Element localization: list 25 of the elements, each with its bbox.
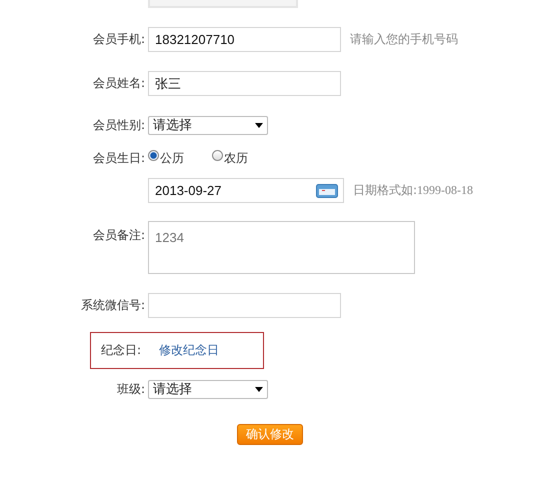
- select-dropdown[interactable]: 请选择: [148, 116, 268, 134]
- input-field[interactable]: 张三: [148, 71, 341, 96]
- remark-field[interactable]: 1234: [148, 221, 415, 274]
- field-label: 会员备注:: [92, 227, 145, 244]
- field-label: 会员手机:: [92, 31, 145, 48]
- caret-icon: [255, 386, 263, 392]
- date-field[interactable]: 2013-09-27: [148, 178, 344, 203]
- field-label: 纪念日:: [101, 342, 142, 359]
- hint-text: 日期格式如:1999-08-18: [353, 182, 474, 199]
- field-label: 会员姓名:: [92, 75, 145, 92]
- edit-anniversary-link[interactable]: 修改纪念日: [159, 342, 220, 359]
- radio-button[interactable]: [212, 150, 223, 160]
- radio-button[interactable]: [148, 150, 159, 160]
- field-label: 会员性别:: [92, 116, 145, 134]
- radio-label: 公历: [160, 150, 184, 166]
- caret-icon: [255, 122, 263, 128]
- radio-label: 农历: [224, 150, 248, 166]
- select-dropdown[interactable]: 请选择: [148, 380, 268, 398]
- hint-text: 请输入您的手机号码: [350, 31, 458, 48]
- field-label: 会员生日:: [92, 150, 145, 166]
- input-field[interactable]: 18321207710: [148, 27, 341, 52]
- field-label: 系统微信号:: [80, 297, 145, 314]
- input-field[interactable]: [148, 293, 341, 318]
- field-label: 班级:: [116, 380, 145, 398]
- calendar-icon[interactable]: [316, 184, 338, 198]
